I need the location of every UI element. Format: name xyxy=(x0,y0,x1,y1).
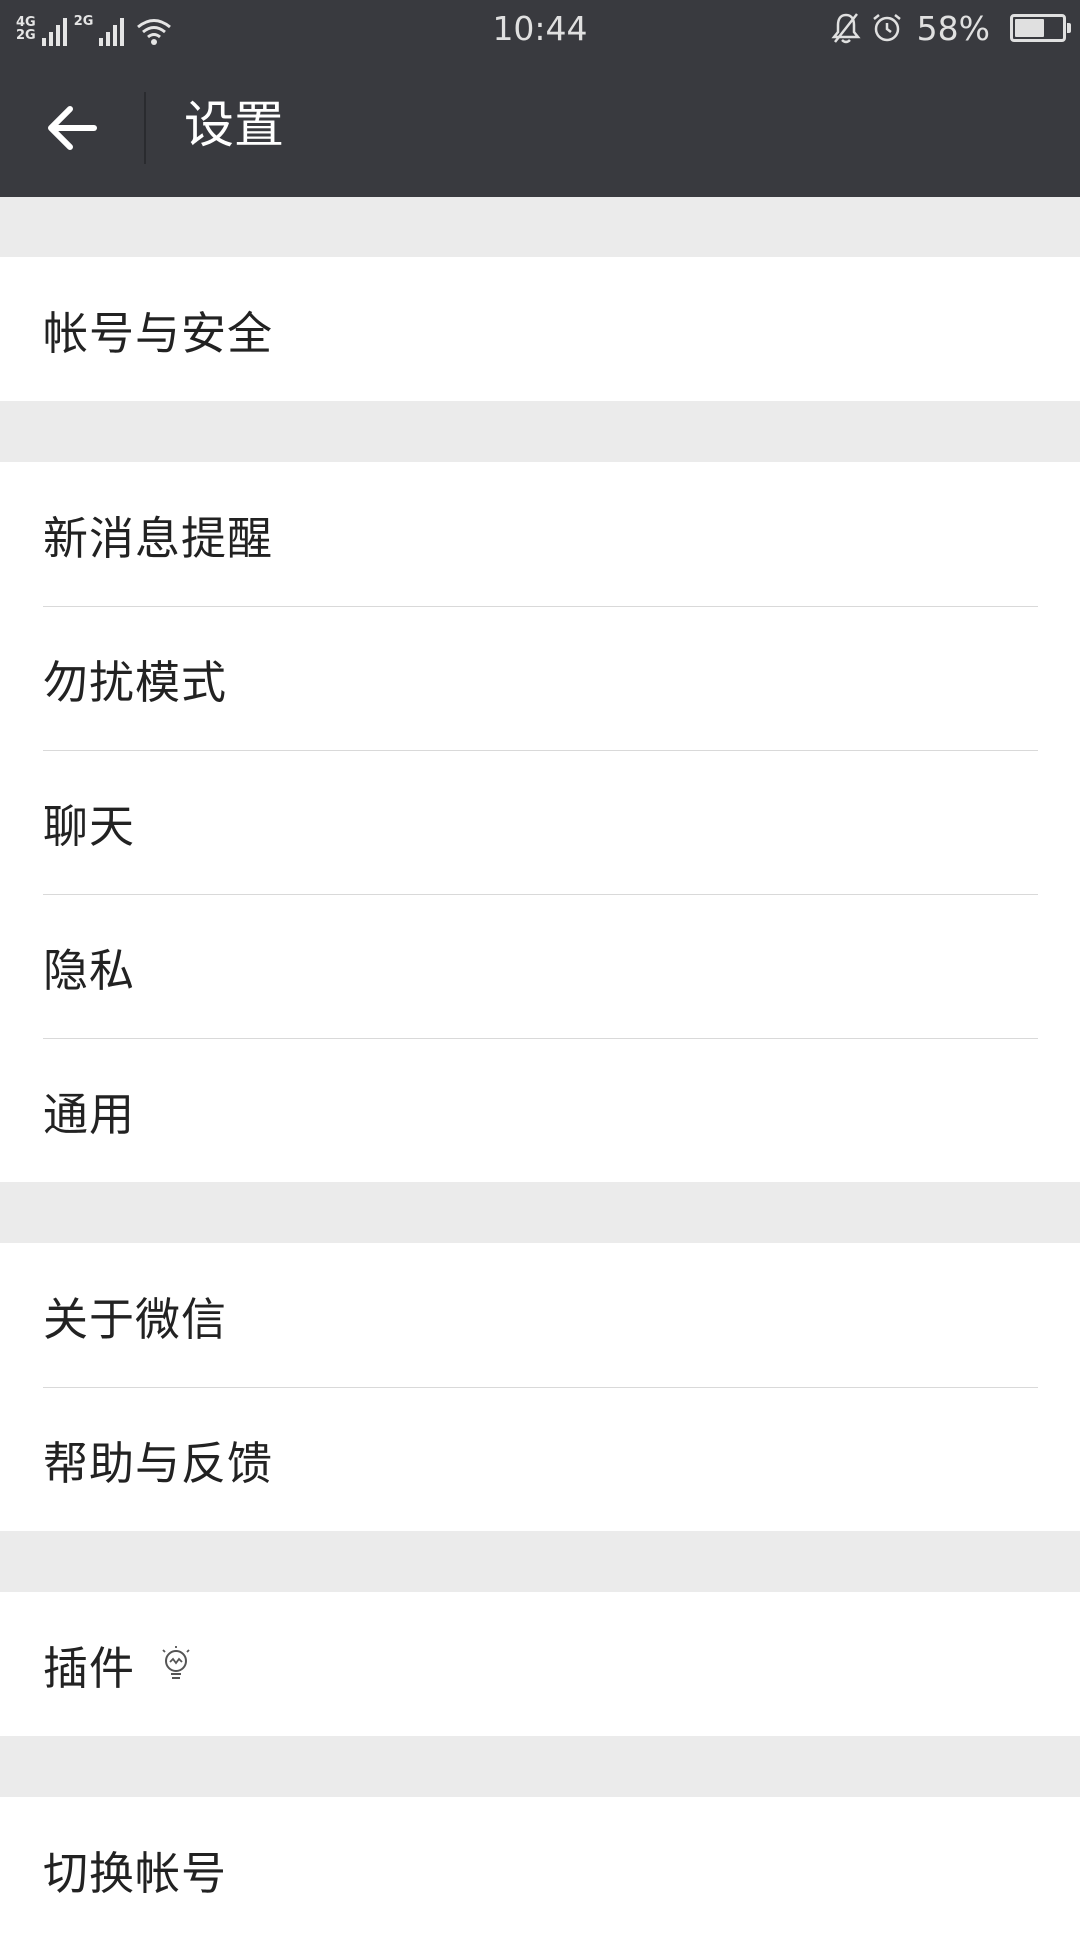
alarm-icon xyxy=(872,14,901,42)
battery-fill xyxy=(1015,19,1044,37)
nav-bar: 设置 xyxy=(0,56,1080,197)
lightbulb-icon xyxy=(159,1644,193,1684)
settings-group-plugins: 插件 xyxy=(0,1592,1080,1736)
status-right: 58% xyxy=(831,8,1071,48)
settings-item-privacy[interactable]: 隐私 xyxy=(0,894,1080,1038)
settings-item-label: 切换帐号 xyxy=(43,1846,228,1900)
battery-percent: 58% xyxy=(916,8,990,48)
settings-item-account-security[interactable]: 帐号与安全 xyxy=(0,257,1080,401)
page-title: 设置 xyxy=(184,96,284,154)
status-bar: 4G 2G 2G 10:44 58% xyxy=(0,0,1080,56)
settings-item-label: 隐私 xyxy=(43,943,136,997)
back-button[interactable] xyxy=(30,86,114,170)
nav-divider xyxy=(144,92,146,164)
settings-group-switch-account: 切换帐号 xyxy=(0,1797,1080,1941)
settings-item-label: 通用 xyxy=(43,1087,136,1141)
settings-group-about: 关于微信 帮助与反馈 xyxy=(0,1243,1080,1531)
settings-item-switch-account[interactable]: 切换帐号 xyxy=(0,1797,1080,1941)
settings-item-notifications[interactable]: 新消息提醒 xyxy=(0,462,1080,606)
settings-item-general[interactable]: 通用 xyxy=(0,1038,1080,1182)
settings-item-chat[interactable]: 聊天 xyxy=(0,750,1080,894)
arrow-left-icon xyxy=(48,106,97,150)
settings-item-label: 新消息提醒 xyxy=(43,511,274,565)
settings-item-label: 帐号与安全 xyxy=(43,306,274,360)
settings-item-do-not-disturb[interactable]: 勿扰模式 xyxy=(0,606,1080,750)
settings-item-plugins[interactable]: 插件 xyxy=(0,1592,1080,1736)
settings-item-help-feedback[interactable]: 帮助与反馈 xyxy=(0,1387,1080,1531)
settings-item-label: 关于微信 xyxy=(43,1292,228,1346)
battery-icon xyxy=(1010,14,1071,42)
settings-item-label: 帮助与反馈 xyxy=(43,1436,274,1490)
mute-bell-icon xyxy=(831,13,861,44)
settings-item-about[interactable]: 关于微信 xyxy=(0,1243,1080,1387)
settings-item-label: 勿扰模式 xyxy=(43,655,228,709)
settings-group-main: 新消息提醒 勿扰模式 聊天 隐私 通用 xyxy=(0,462,1080,1182)
settings-item-label: 插件 xyxy=(43,1641,136,1695)
settings-item-label: 聊天 xyxy=(43,799,136,853)
settings-group-account: 帐号与安全 xyxy=(0,257,1080,401)
top-bar: 4G 2G 2G 10:44 58% 设置 xyxy=(0,0,1080,197)
settings-list: 帐号与安全 新消息提醒 勿扰模式 聊天 隐私 通用 关于微信 帮助与反馈 插件 xyxy=(0,197,1080,1941)
